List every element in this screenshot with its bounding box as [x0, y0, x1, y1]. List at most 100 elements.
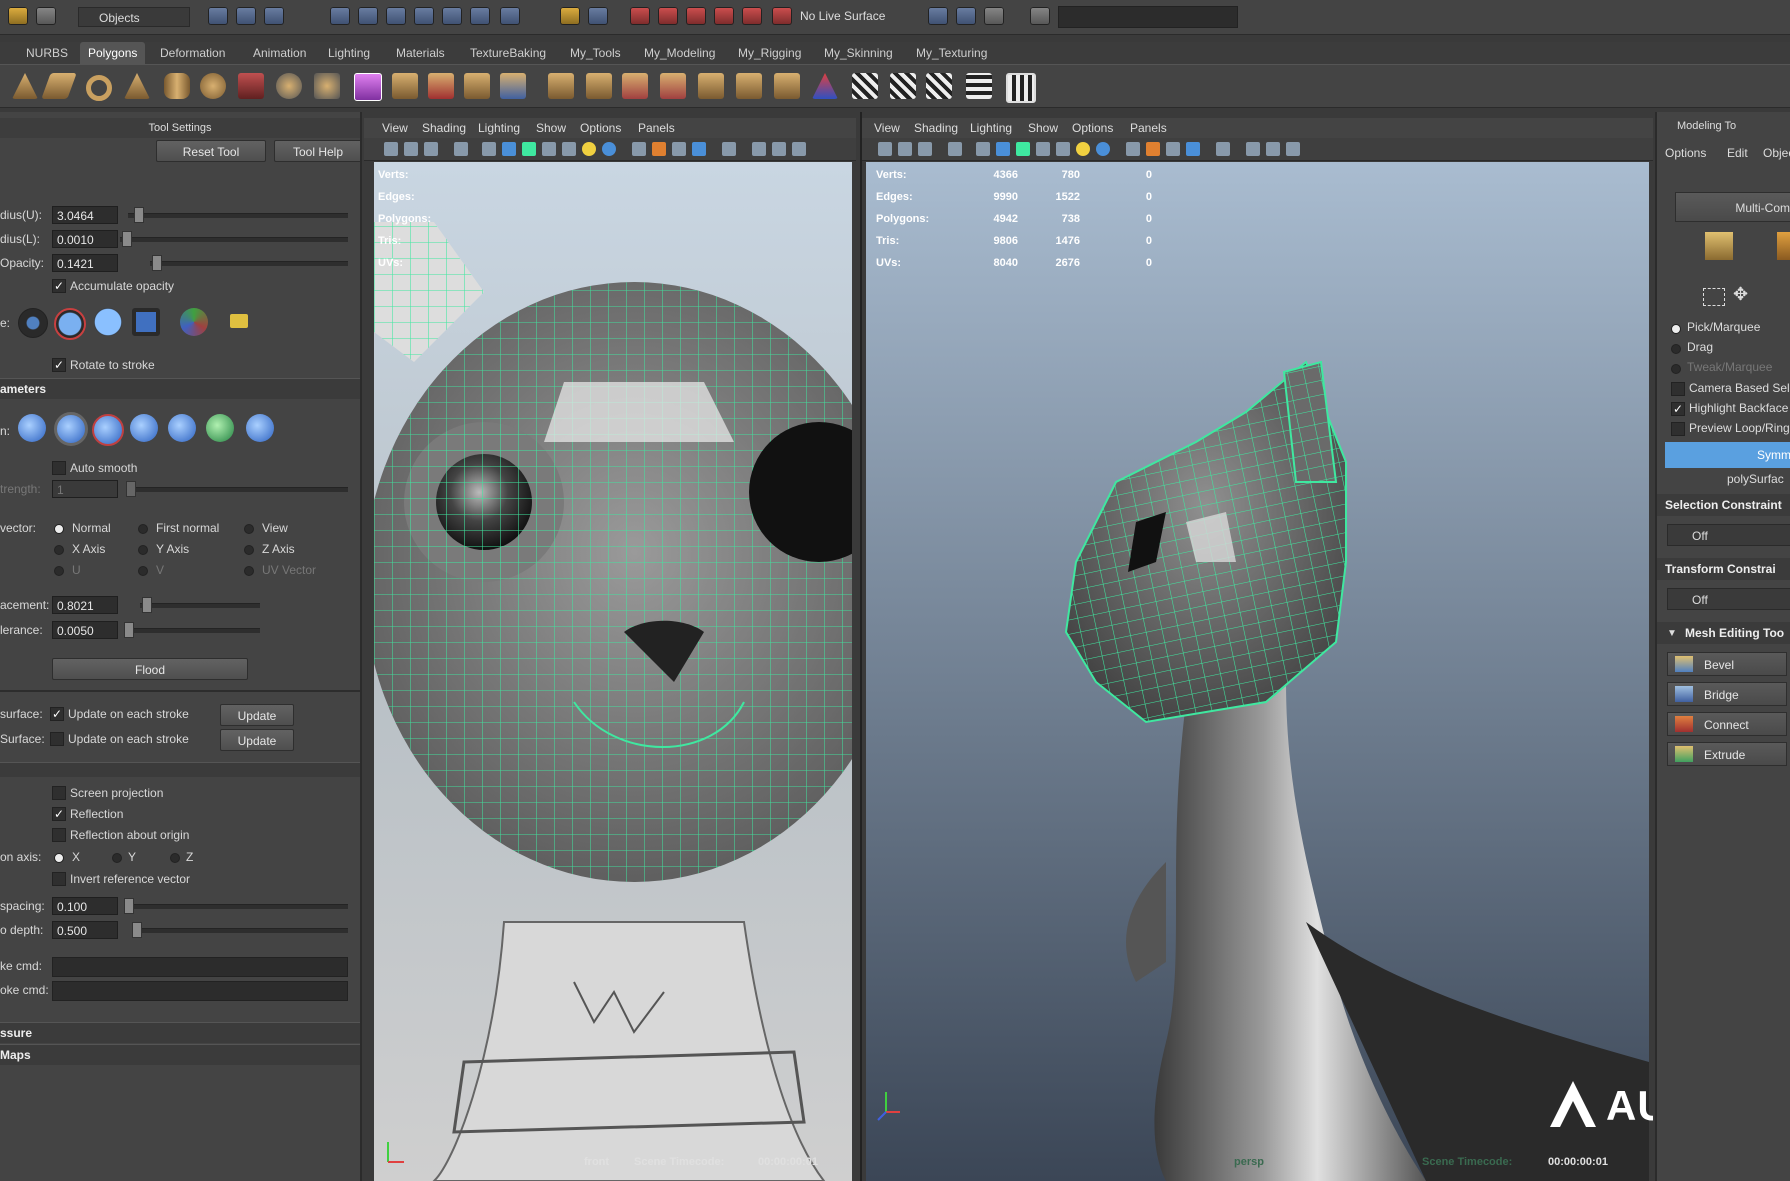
select-camera-icon[interactable] — [384, 142, 398, 156]
bevel-icon[interactable] — [548, 73, 574, 99]
persp-menu-lighting[interactable]: Lighting — [970, 121, 1012, 135]
axis-x-radio[interactable] — [54, 853, 64, 863]
persp-smooth-shade-icon[interactable] — [1036, 142, 1050, 156]
op-relax-icon[interactable] — [130, 414, 158, 442]
command-input[interactable] — [1058, 6, 1238, 28]
shelf-tab-my-rigging[interactable]: My_Rigging — [730, 42, 809, 64]
save-scene-icon[interactable] — [36, 7, 56, 25]
xray-icon[interactable] — [652, 142, 666, 156]
symmetry-button[interactable]: Symm — [1665, 442, 1790, 468]
preview-loop-checkbox[interactable] — [1671, 422, 1685, 436]
persp-menu-shading[interactable]: Shading — [914, 121, 958, 135]
flood-button[interactable]: Flood — [52, 658, 248, 680]
persp-grid-icon[interactable] — [976, 142, 990, 156]
update-button-1[interactable]: Update — [220, 704, 294, 726]
post-stroke-cmd-input[interactable] — [52, 981, 348, 1001]
vector-z-axis-radio[interactable] — [244, 545, 254, 555]
strength-field[interactable]: 1 — [52, 480, 118, 498]
separate-icon[interactable] — [276, 73, 302, 99]
menu-view[interactable]: View — [382, 121, 408, 135]
pre-stroke-cmd-input[interactable] — [52, 957, 348, 977]
persp-bookmarks-icon[interactable] — [918, 142, 932, 156]
persp-film-gate-icon[interactable] — [996, 142, 1010, 156]
radius-l-slider-thumb[interactable] — [122, 231, 132, 247]
snap-view-icon[interactable] — [414, 7, 434, 25]
persp-menu-panels[interactable]: Panels — [1130, 121, 1167, 135]
shelf-tab-my-modeling[interactable]: My_Modeling — [636, 42, 723, 64]
persp-two-sided-icon[interactable] — [1286, 142, 1300, 156]
persp-xray-components-icon[interactable] — [1186, 142, 1200, 156]
vector-y-axis-radio[interactable] — [138, 545, 148, 555]
menu-lighting[interactable]: Lighting — [478, 121, 520, 135]
profile-gaussian-icon[interactable] — [18, 308, 48, 338]
front-viewport-canvas[interactable] — [374, 162, 852, 1181]
poly-torus-icon[interactable] — [86, 75, 112, 101]
shelf-tab-my-skinning[interactable]: My_Skinning — [816, 42, 901, 64]
two-sided-icon[interactable] — [792, 142, 806, 156]
shelf-tab-polygons[interactable]: Polygons — [80, 42, 146, 64]
attribute-maps-section[interactable]: Maps — [0, 1044, 360, 1065]
vector-uv-radio[interactable] — [244, 566, 254, 576]
radius-u-field[interactable]: 3.0464 — [52, 206, 118, 224]
poly-cube-icon[interactable] — [354, 73, 382, 101]
radius-u-slider[interactable] — [128, 213, 348, 218]
strength-slider[interactable] — [126, 487, 348, 492]
mt-menu-object[interactable]: Objec — [1763, 146, 1790, 160]
update-button-2[interactable]: Update — [220, 729, 294, 751]
axis-z-radio[interactable] — [170, 853, 180, 863]
strength-slider-thumb[interactable] — [126, 481, 136, 497]
poly-cone-icon[interactable] — [12, 73, 38, 99]
persp-frame-selected-icon[interactable] — [1266, 142, 1280, 156]
render-icon[interactable] — [630, 7, 650, 25]
vector-first-normal-radio[interactable] — [138, 524, 148, 534]
displacement-slider[interactable] — [140, 603, 260, 608]
reflection-origin-checkbox[interactable] — [52, 828, 66, 842]
camera-based-checkbox[interactable] — [1671, 382, 1685, 396]
op-flood-icon[interactable] — [206, 414, 234, 442]
stamp-spacing-slider-thumb[interactable] — [124, 898, 134, 914]
reset-tool-button[interactable]: Reset Tool — [156, 140, 266, 162]
sculpt-tool-icon[interactable] — [812, 73, 838, 99]
tool-help-button[interactable]: Tool Help — [274, 140, 360, 162]
tweak-marquee-radio[interactable] — [1671, 364, 1681, 374]
lock-icon[interactable] — [560, 7, 580, 25]
grid-icon[interactable] — [482, 142, 496, 156]
poly-cylinder-icon[interactable] — [164, 73, 190, 99]
menu-options[interactable]: Options — [580, 121, 621, 135]
select-object-icon[interactable] — [236, 7, 256, 25]
lights-icon[interactable] — [582, 142, 596, 156]
select-hierarchy-icon[interactable] — [208, 7, 228, 25]
vertex-mode-icon[interactable] — [1777, 232, 1790, 260]
radius-u-slider-thumb[interactable] — [134, 207, 144, 223]
persp-image-plane-icon[interactable] — [948, 142, 962, 156]
film-gate-icon[interactable] — [502, 142, 516, 156]
tolerance-slider[interactable] — [124, 628, 260, 633]
poly-plane-icon[interactable] — [41, 73, 77, 99]
smooth-icon[interactable] — [392, 73, 418, 99]
collapse-arrow-icon[interactable]: ▼ — [1667, 628, 1677, 639]
profile-solid-icon[interactable] — [94, 308, 122, 336]
merge-icon[interactable] — [698, 73, 724, 99]
render-settings-icon[interactable] — [686, 7, 706, 25]
stroke-section[interactable] — [0, 762, 360, 777]
op-smooth-icon[interactable] — [92, 414, 124, 446]
persp-menu-options[interactable]: Options — [1072, 121, 1113, 135]
mesh-editing-section[interactable]: Mesh Editing Too — [1657, 622, 1790, 644]
persp-menu-view[interactable]: View — [874, 121, 900, 135]
persp-isolate-select-icon[interactable] — [1126, 142, 1140, 156]
auto-smooth-checkbox[interactable] — [52, 461, 66, 475]
bookmarks-icon[interactable] — [424, 142, 438, 156]
rotate-to-stroke-checkbox[interactable]: ✓ — [52, 358, 66, 372]
stamp-spacing-field[interactable]: 0.100 — [52, 897, 118, 915]
persp-viewport-canvas[interactable] — [866, 162, 1649, 1181]
shelf-tab-materials[interactable]: Materials — [388, 42, 453, 64]
vector-u-radio[interactable] — [54, 566, 64, 576]
hypershade-icon[interactable] — [714, 7, 734, 25]
max-displacement-field[interactable]: 0.8021 — [52, 596, 118, 614]
opacity-field[interactable]: 0.1421 — [52, 254, 118, 272]
persp-lights-icon[interactable] — [1076, 142, 1090, 156]
image-plane-icon[interactable] — [454, 142, 468, 156]
tolerance-field[interactable]: 0.0050 — [52, 621, 118, 639]
poly-sphere-icon[interactable] — [200, 73, 226, 99]
persp-select-camera-icon[interactable] — [878, 142, 892, 156]
